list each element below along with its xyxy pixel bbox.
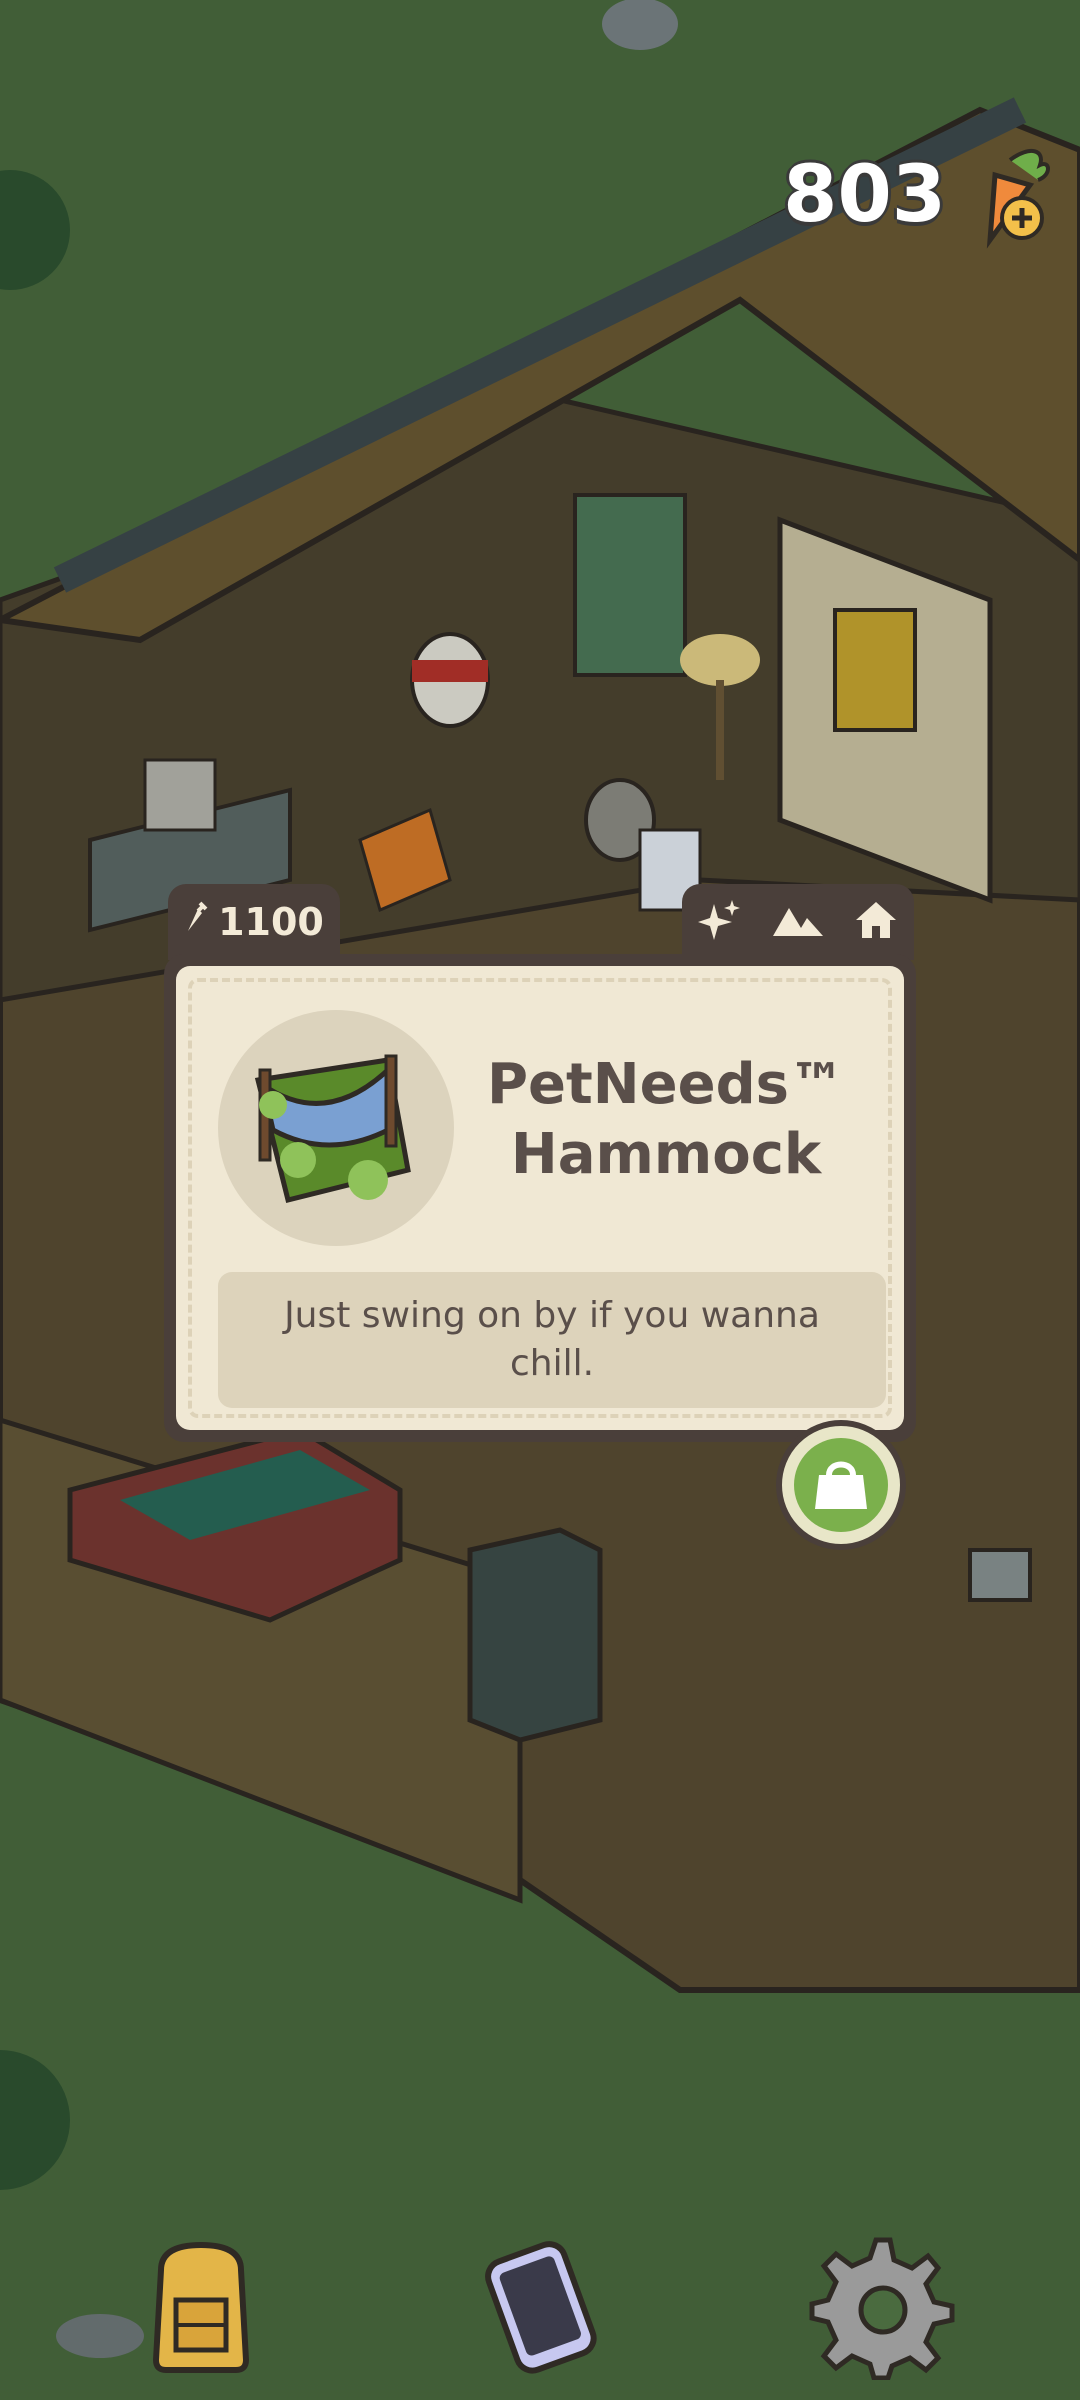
item-card: PetNeeds™ Hammock Just swing on by if yo… [164,954,916,1442]
tag-tab [682,884,914,960]
hammock-icon [254,1054,411,1204]
item-description: Just swing on by if you wanna chill. [284,1295,820,1384]
item-thumbnail [218,1010,454,1246]
price-value: 1100 [218,900,324,944]
phone-icon [485,2241,597,2374]
carrot-icon [184,900,210,944]
carrot-add-icon[interactable] [960,140,1050,250]
backpack-icon [152,2241,250,2373]
item-name: PetNeeds™ Hammock [486,1052,846,1187]
bottom-nav [0,2220,1080,2400]
sparkle-icon [697,898,742,946]
currency-amount: 803 [783,150,946,240]
home-icon [854,900,898,944]
price-tab: 1100 [168,884,340,960]
shopping-bag-icon [815,1461,867,1509]
mountains-icon [772,902,823,942]
item-description-box: Just swing on by if you wanna chill. [218,1272,886,1408]
gear-icon [809,2237,955,2381]
currency-counter[interactable]: 803 [783,140,1050,250]
buy-button[interactable] [776,1420,906,1550]
phone-button[interactable] [465,2230,615,2380]
item-card-body: PetNeeds™ Hammock Just swing on by if yo… [176,966,904,1430]
settings-button[interactable] [808,2230,958,2381]
backpack-button[interactable] [126,2230,276,2380]
